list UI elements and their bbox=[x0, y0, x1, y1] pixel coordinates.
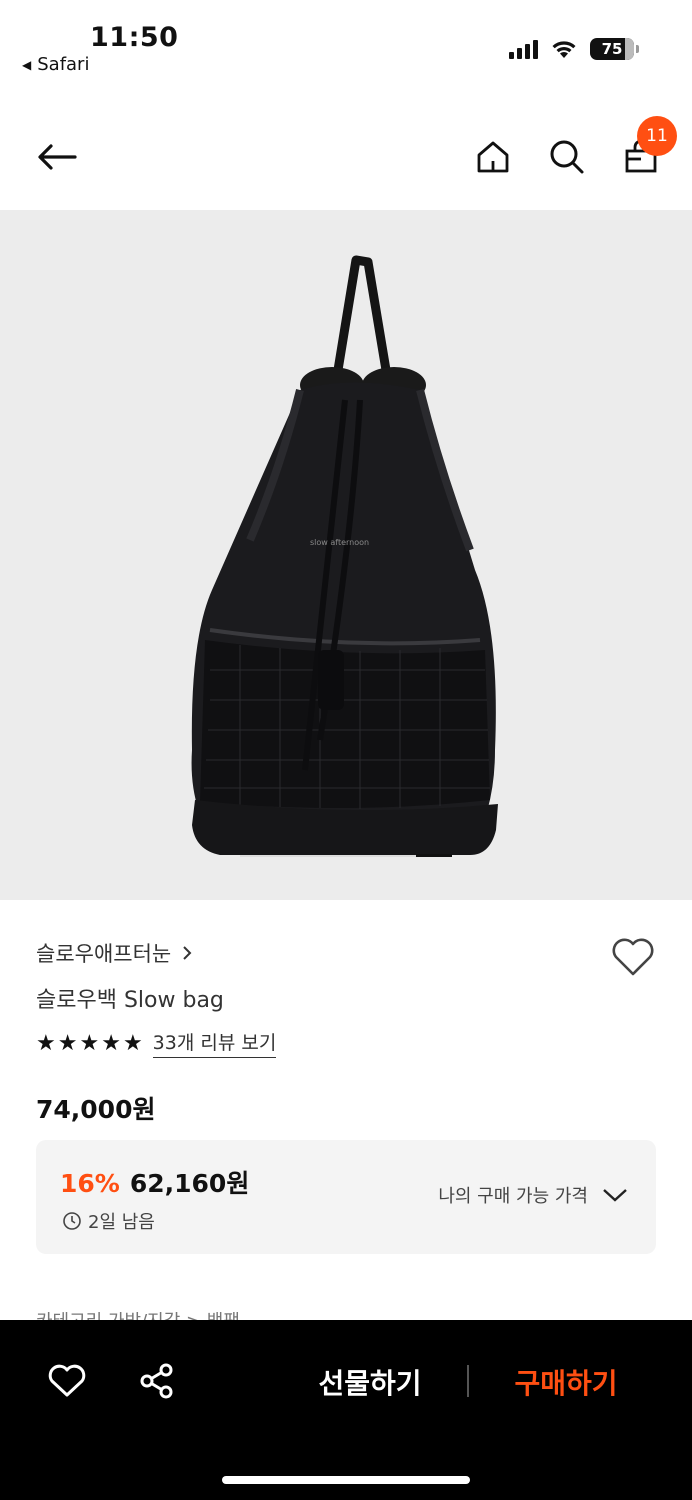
battery-level: 75 bbox=[601, 40, 623, 58]
original-price: 74,000원 bbox=[36, 1095, 156, 1124]
discount-rate: 16% bbox=[60, 1169, 120, 1198]
my-price-toggle[interactable]: 나의 구매 가능 가격 bbox=[438, 1182, 628, 1208]
backpack-image: slow afternoon bbox=[191, 255, 498, 855]
home-button[interactable] bbox=[468, 132, 518, 182]
discount-price-box[interactable]: 16% 62,160원 2일 남음 나의 구매 가능 가격 bbox=[36, 1140, 656, 1254]
chevron-down-icon bbox=[603, 1189, 627, 1202]
search-button[interactable] bbox=[542, 132, 592, 182]
home-icon bbox=[477, 141, 509, 173]
wifi-icon bbox=[552, 41, 576, 58]
home-indicator[interactable] bbox=[222, 1476, 470, 1484]
cellular-signal-icon bbox=[509, 39, 538, 59]
share-button[interactable] bbox=[134, 1358, 180, 1404]
clock-icon bbox=[63, 1212, 81, 1230]
product-name: 슬로우백 Slow bag bbox=[36, 988, 224, 1013]
cart-count-badge: 11 bbox=[637, 116, 677, 156]
battery-icon: 75 bbox=[590, 38, 639, 60]
button-divider bbox=[467, 1365, 469, 1397]
svg-text:slow afternoon: slow afternoon bbox=[310, 538, 369, 547]
share-icon bbox=[140, 1363, 173, 1399]
time-left-label: 2일 남음 bbox=[88, 1212, 155, 1233]
heart-outline-icon bbox=[612, 938, 654, 976]
bottom-wishlist-button[interactable] bbox=[44, 1358, 90, 1404]
star-icon: ★ bbox=[101, 1030, 121, 1056]
star-icon: ★ bbox=[79, 1030, 100, 1056]
bottom-action-bar: 선물하기 구매하기 bbox=[0, 1320, 692, 1500]
brand-link[interactable]: 슬로우애프터눈 bbox=[36, 938, 193, 968]
my-price-label: 나의 구매 가능 가격 bbox=[438, 1186, 588, 1207]
star-icon: ★ bbox=[122, 1030, 143, 1056]
rating-row: ★ ★ ★ ★ ★ 33개 리뷰 보기 bbox=[36, 1028, 277, 1058]
time-left: 2일 남음 bbox=[62, 1208, 155, 1234]
chevron-right-icon bbox=[183, 946, 192, 960]
status-indicators: 75 bbox=[509, 38, 639, 60]
discount-price: 62,160원 bbox=[129, 1169, 250, 1198]
product-image[interactable]: slow afternoon bbox=[0, 210, 692, 900]
star-icon: ★ bbox=[36, 1030, 56, 1056]
status-time: 11:50 bbox=[90, 22, 179, 53]
back-button[interactable] bbox=[32, 132, 82, 182]
image-pager-thumb bbox=[416, 854, 452, 857]
back-triangle-icon: ◀ bbox=[22, 57, 32, 72]
back-to-app-link[interactable]: ◀ Safari bbox=[22, 54, 89, 75]
top-navigation bbox=[0, 110, 692, 206]
status-bar: 11:50 ◀ Safari 75 bbox=[0, 0, 692, 90]
heart-outline-icon bbox=[48, 1364, 86, 1397]
discount-line: 16% 62,160원 bbox=[60, 1164, 249, 1200]
back-app-label: Safari bbox=[37, 54, 90, 75]
search-icon bbox=[550, 140, 584, 174]
wishlist-button[interactable] bbox=[610, 936, 656, 980]
brand-name: 슬로우애프터눈 bbox=[36, 942, 172, 966]
review-link[interactable]: 33개 리뷰 보기 bbox=[152, 1028, 277, 1058]
star-icon: ★ bbox=[57, 1030, 78, 1056]
arrow-left-icon bbox=[38, 144, 77, 170]
buy-button[interactable]: 구매하기 bbox=[496, 1360, 636, 1404]
gift-button[interactable]: 선물하기 bbox=[300, 1360, 440, 1404]
rating-stars: ★ ★ ★ ★ ★ bbox=[36, 1031, 143, 1056]
image-pager-indicator bbox=[240, 854, 452, 857]
